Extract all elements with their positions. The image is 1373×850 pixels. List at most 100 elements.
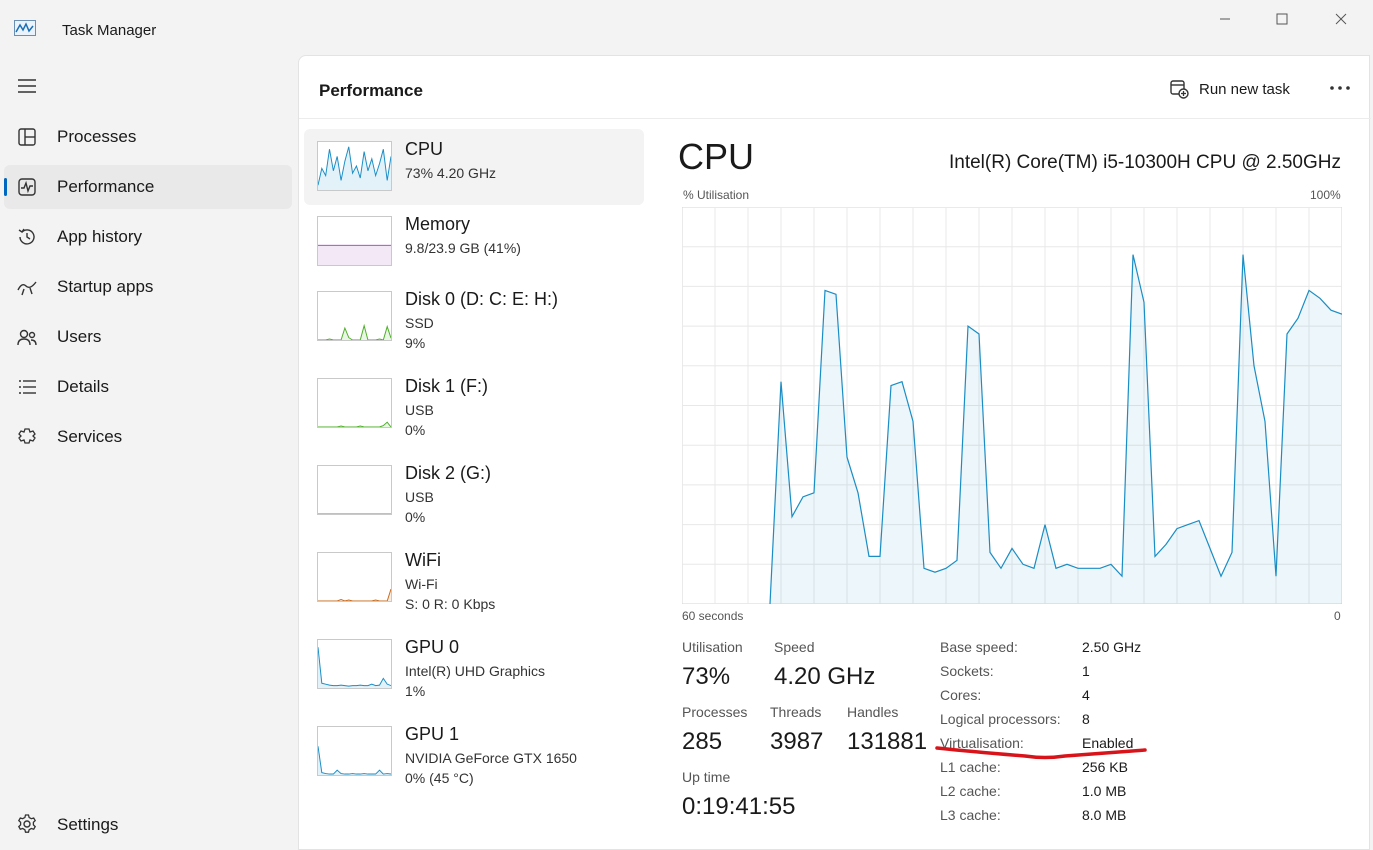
device-item-memory[interactable]: Memory 9.8/23.9 GB (41%) xyxy=(304,204,644,280)
device-item-gpu-0[interactable]: GPU 0 Intel(R) UHD Graphics 1% xyxy=(304,627,644,703)
device-type: SSD xyxy=(405,315,434,331)
handles-label: Handles xyxy=(847,704,899,720)
close-icon xyxy=(1335,13,1347,25)
users-icon xyxy=(17,329,37,346)
nav-item-startup-apps[interactable]: Startup apps xyxy=(4,265,292,309)
uptime-value: 0:19:41:55 xyxy=(682,793,796,820)
cpu-title: CPU xyxy=(678,136,755,177)
device-name: CPU xyxy=(405,139,444,159)
device-name: Disk 1 (F:) xyxy=(405,376,488,396)
processes-icon xyxy=(18,128,36,146)
spec-key: L3 cache: xyxy=(940,807,1001,823)
nav-item-performance[interactable]: Performance xyxy=(4,165,292,209)
title-bar: Task Manager xyxy=(0,0,1373,56)
task-manager-icon xyxy=(14,20,36,36)
device-item-disk-2[interactable]: Disk 2 (G:) USB 0% xyxy=(304,453,644,529)
disk-0-thumbnail-graph xyxy=(317,291,392,341)
services-icon xyxy=(18,428,36,444)
device-item-disk-1[interactable]: Disk 1 (F:) USB 0% xyxy=(304,366,644,442)
device-name: GPU 1 xyxy=(405,724,460,744)
gpu0-thumbnail-area xyxy=(318,647,391,688)
run-new-task-button[interactable]: Run new task xyxy=(1169,76,1290,102)
performance-icon xyxy=(18,178,36,196)
device-type: Intel(R) UHD Graphics xyxy=(405,663,546,679)
disk1-thumbnail-area xyxy=(318,422,391,427)
nav-label: Services xyxy=(57,427,123,446)
nav-item-users[interactable]: Users xyxy=(4,315,292,359)
threads-label: Threads xyxy=(770,704,822,720)
spec-value: 1.0 MB xyxy=(1082,783,1127,799)
nav-label: Performance xyxy=(57,177,155,196)
header-divider xyxy=(299,118,1371,119)
spec-value: 8 xyxy=(1082,711,1090,727)
nav-item-services[interactable]: Services xyxy=(4,415,292,459)
device-type: USB xyxy=(405,489,434,505)
nav-item-details[interactable]: Details xyxy=(4,365,292,409)
nav-item-settings[interactable]: Settings xyxy=(4,802,292,846)
cpu-model: Intel(R) Core(TM) i5-10300H CPU @ 2.50GH… xyxy=(948,152,1341,173)
gear-icon xyxy=(17,814,37,833)
device-type: USB xyxy=(405,402,434,418)
device-item-gpu-1[interactable]: GPU 1 NVIDIA GeForce GTX 1650 0% (45 °C) xyxy=(304,714,644,790)
page-title: Performance xyxy=(319,81,423,100)
spec-key: Sockets: xyxy=(940,663,994,679)
threads-value: 3987 xyxy=(770,728,824,755)
graph-max-label: 100% xyxy=(1310,188,1341,202)
nav-item-app-history[interactable]: App history xyxy=(4,215,292,259)
utilisation-value: 73% xyxy=(682,663,731,690)
device-type: NVIDIA GeForce GTX 1650 xyxy=(405,750,577,766)
disk1-thumbnail-line xyxy=(318,421,391,427)
cpu-thumbnail-graph xyxy=(317,141,392,191)
disk-1-thumbnail-graph xyxy=(317,378,392,428)
device-usage: 1% xyxy=(405,683,426,699)
minimize-icon xyxy=(1220,18,1230,20)
nav-label: App history xyxy=(57,227,143,246)
graph-min-label: 0 xyxy=(1334,609,1341,623)
device-usage: S: 0 R: 0 Kbps xyxy=(405,596,496,612)
nav-label: Processes xyxy=(57,127,137,146)
nav-item-processes[interactable]: Processes xyxy=(4,115,292,159)
spec-key: L2 cache: xyxy=(940,783,1001,799)
speed-value: 4.20 GHz xyxy=(774,663,876,690)
device-type: Wi-Fi xyxy=(405,576,438,592)
device-name: Memory xyxy=(405,214,471,234)
gpu1-thumbnail-line xyxy=(318,746,391,775)
maximize-button[interactable] xyxy=(1259,8,1305,30)
disk0-thumbnail-line xyxy=(318,323,391,340)
run-new-task-icon xyxy=(1170,80,1189,99)
device-name: Disk 0 (D: C: E: H:) xyxy=(405,289,559,309)
memory-thumbnail-area xyxy=(318,245,391,265)
red-underline-annotation xyxy=(935,746,1147,760)
minimize-button[interactable] xyxy=(1202,8,1248,30)
cpu-utilisation-graph xyxy=(682,207,1342,604)
device-item-cpu[interactable]: CPU 73% 4.20 GHz xyxy=(304,129,644,205)
maximize-icon xyxy=(1276,13,1288,25)
device-usage: 0% xyxy=(405,422,426,438)
device-name: GPU 0 xyxy=(405,637,460,657)
spec-value: 1 xyxy=(1082,663,1090,679)
device-usage: 9% xyxy=(405,335,426,351)
hamburger-menu-icon[interactable] xyxy=(16,76,38,96)
device-item-wifi[interactable]: WiFi Wi-Fi S: 0 R: 0 Kbps xyxy=(304,540,644,616)
spec-value: 4 xyxy=(1082,687,1090,703)
more-options-icon[interactable] xyxy=(1327,80,1353,96)
disk-2-thumbnail-graph xyxy=(317,465,392,515)
spec-key: Cores: xyxy=(940,687,982,703)
run-new-task-label: Run new task xyxy=(1199,80,1290,98)
spec-value: 8.0 MB xyxy=(1082,807,1127,823)
gpu-1-thumbnail-graph xyxy=(317,726,392,776)
startup-apps-icon xyxy=(17,281,37,296)
utilisation-label: Utilisation xyxy=(682,639,743,655)
device-item-disk-0[interactable]: Disk 0 (D: C: E: H:) SSD 9% xyxy=(304,279,644,355)
main-panel: Performance Run new task CPU 73% 4.20 GH… xyxy=(298,55,1371,850)
speed-label: Speed xyxy=(774,639,815,655)
graph-y-label: % Utilisation xyxy=(683,188,750,202)
window-title: Task Manager xyxy=(62,22,157,39)
processes-label: Processes xyxy=(682,704,748,720)
processes-value: 285 xyxy=(682,728,723,755)
spec-value: 2.50 GHz xyxy=(1082,639,1142,655)
close-button[interactable] xyxy=(1318,8,1364,30)
nav-label: Startup apps xyxy=(57,277,154,296)
disk0-thumbnail-area xyxy=(318,325,391,340)
uptime-label: Up time xyxy=(682,769,731,785)
